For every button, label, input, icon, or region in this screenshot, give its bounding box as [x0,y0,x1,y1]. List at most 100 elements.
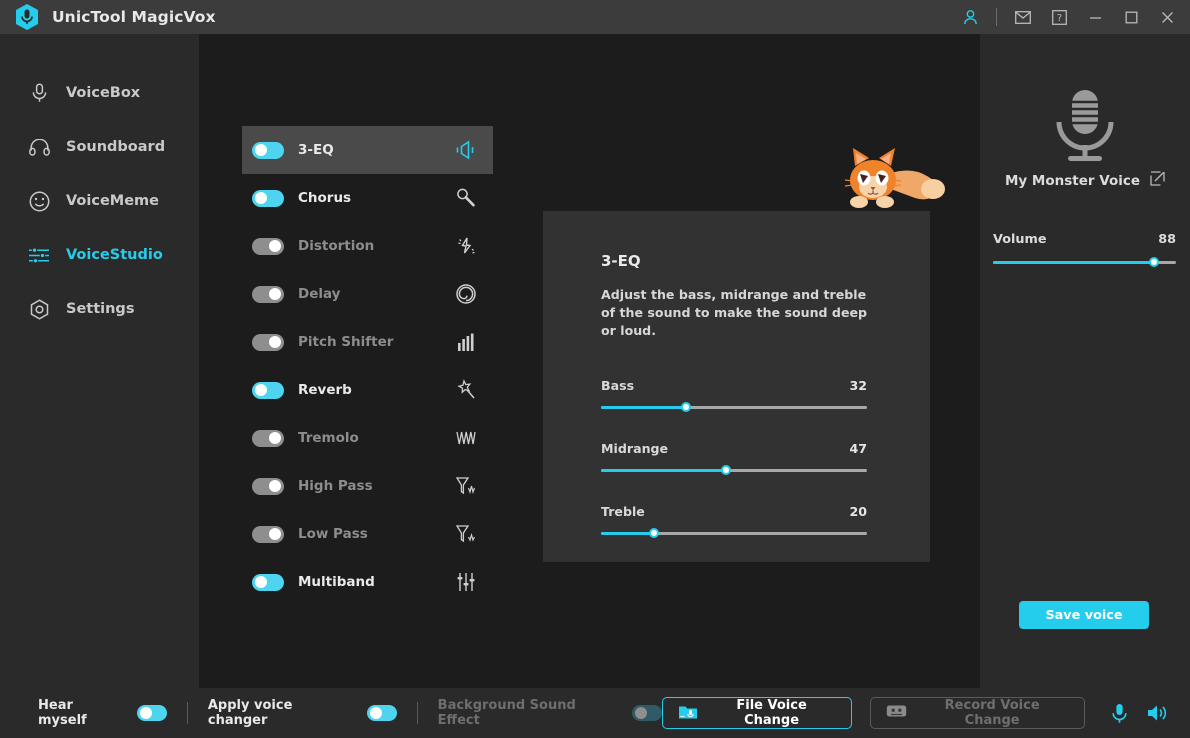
high-pass-filter-icon [453,473,479,499]
effect-label: 3-EQ [298,142,453,158]
sidebar-item-soundboard[interactable]: Soundboard [0,120,199,174]
effect-row-high-pass[interactable]: High Pass [242,462,493,510]
retro-microphone-icon [980,88,1190,166]
effect-label: Reverb [298,382,453,398]
apply-voice-changer-toggle[interactable] [367,705,397,721]
svg-text:?: ? [1056,13,1061,24]
effect-label: Pitch Shifter [298,334,453,350]
effect-row-3-eq[interactable]: 3-EQ [242,126,493,174]
slider-thumb[interactable] [1149,257,1159,267]
slider-fill [601,406,686,409]
maximize-icon[interactable] [1116,3,1146,31]
sidebar-item-label: VoiceStudio [66,247,163,263]
effect-toggle[interactable] [252,574,284,591]
account-icon[interactable] [955,3,985,31]
slider-thumb[interactable] [721,465,731,475]
record-voice-change-label: Record Voice Change [916,698,1069,728]
effect-label: Tremolo [298,430,453,446]
effect-row-distortion[interactable]: Distortion [242,222,493,270]
effect-toggle[interactable] [252,286,284,303]
file-voice-change-button[interactable]: File Voice Change [662,697,851,729]
effect-row-chorus[interactable]: Chorus [242,174,493,222]
help-icon[interactable]: ? [1044,3,1074,31]
background-sound-effect-label: Background Sound Effect [438,698,621,728]
eq-value: 47 [849,441,867,456]
effect-toggle[interactable] [252,238,284,255]
main-content: 3-EQ Chorus Distortion [199,34,980,688]
background-sound-effect-toggle[interactable] [632,705,662,721]
sidebar-item-voicememe[interactable]: VoiceMeme [0,174,199,228]
sidebar-item-label: VoiceMeme [66,193,159,209]
effect-toggle[interactable] [252,190,284,207]
spiral-echo-icon [453,281,479,307]
bass-slider[interactable] [601,402,867,412]
effect-row-low-pass[interactable]: Low Pass [242,510,493,558]
bottom-divider [417,702,418,724]
slider-fill [601,532,654,535]
effect-toggle[interactable] [252,142,284,159]
title-bar: UnicTool MagicVox ? [0,0,1190,34]
hear-myself-control[interactable]: Hear myself [38,698,167,728]
background-sound-effect-control[interactable]: Background Sound Effect [438,698,663,728]
effect-toggle[interactable] [252,334,284,351]
slider-fill [993,261,1154,264]
app-title: UnicTool MagicVox [52,8,216,26]
effect-toggle[interactable] [252,430,284,447]
treble-slider[interactable] [601,528,867,538]
hear-myself-label: Hear myself [38,698,125,728]
effect-row-multiband[interactable]: Multiband [242,558,493,606]
file-voice-change-label: File Voice Change [707,698,835,728]
eq-slider-treble: Treble 20 [601,504,867,538]
effect-row-tremolo[interactable]: Tremolo [242,414,493,462]
handheld-mic-icon [453,185,479,211]
eq-value: 32 [849,378,867,393]
effect-toggle[interactable] [252,382,284,399]
eq-label: Bass [601,378,634,393]
effect-toggle[interactable] [252,478,284,495]
titlebar-divider [996,8,997,26]
effect-row-pitch-shifter[interactable]: Pitch Shifter [242,318,493,366]
effect-label: Chorus [298,190,453,206]
close-icon[interactable] [1152,3,1182,31]
eq-label: Midrange [601,441,668,456]
apply-voice-changer-control[interactable]: Apply voice changer [208,698,397,728]
mail-icon[interactable] [1008,3,1038,31]
lightning-bolt-icon [453,233,479,259]
voice-name: My Monster Voice [1005,173,1140,189]
sidebar: VoiceBox Soundboard VoiceMeme VoiceStudi… [0,34,199,688]
eq-sliders: Bass 32 Midrange 47 [601,378,867,567]
sidebar-item-label: Soundboard [66,139,165,155]
app-logo-icon [14,3,40,31]
volume-label: Volume [993,232,1047,247]
microphone-icon[interactable] [1105,698,1135,728]
slider-thumb[interactable] [649,528,659,538]
hear-myself-toggle[interactable] [137,705,167,721]
volume-slider[interactable] [993,257,1176,267]
card-title: 3-EQ [601,252,641,270]
eq-label: Treble [601,504,645,519]
slider-thumb[interactable] [681,402,691,412]
speaker-icon[interactable] [1142,698,1172,728]
effect-label: High Pass [298,478,453,494]
effect-toggle[interactable] [252,526,284,543]
sidebar-item-voicestudio[interactable]: VoiceStudio [0,228,199,282]
bars-level-icon [453,329,479,355]
volume-value: 88 [1158,232,1176,247]
headphones-icon [28,136,50,158]
effect-row-delay[interactable]: Delay [242,270,493,318]
folder-mic-icon [678,703,698,724]
eq-slider-bass: Bass 32 [601,378,867,412]
edit-pencil-icon[interactable] [1150,171,1165,190]
card-description: Adjust the bass, midrange and treble of … [601,286,876,340]
effect-row-reverb[interactable]: Reverb [242,366,493,414]
effect-label: Multiband [298,574,453,590]
microphone-icon [28,82,50,104]
volume-control: Volume 88 [993,232,1176,267]
save-voice-button[interactable]: Save voice [1019,601,1149,629]
voice-name-row: My Monster Voice [980,171,1190,190]
midrange-slider[interactable] [601,465,867,475]
sidebar-item-voicebox[interactable]: VoiceBox [0,66,199,120]
minimize-icon[interactable] [1080,3,1110,31]
sidebar-item-settings[interactable]: Settings [0,282,199,336]
record-voice-change-button[interactable]: Record Voice Change [870,697,1085,729]
